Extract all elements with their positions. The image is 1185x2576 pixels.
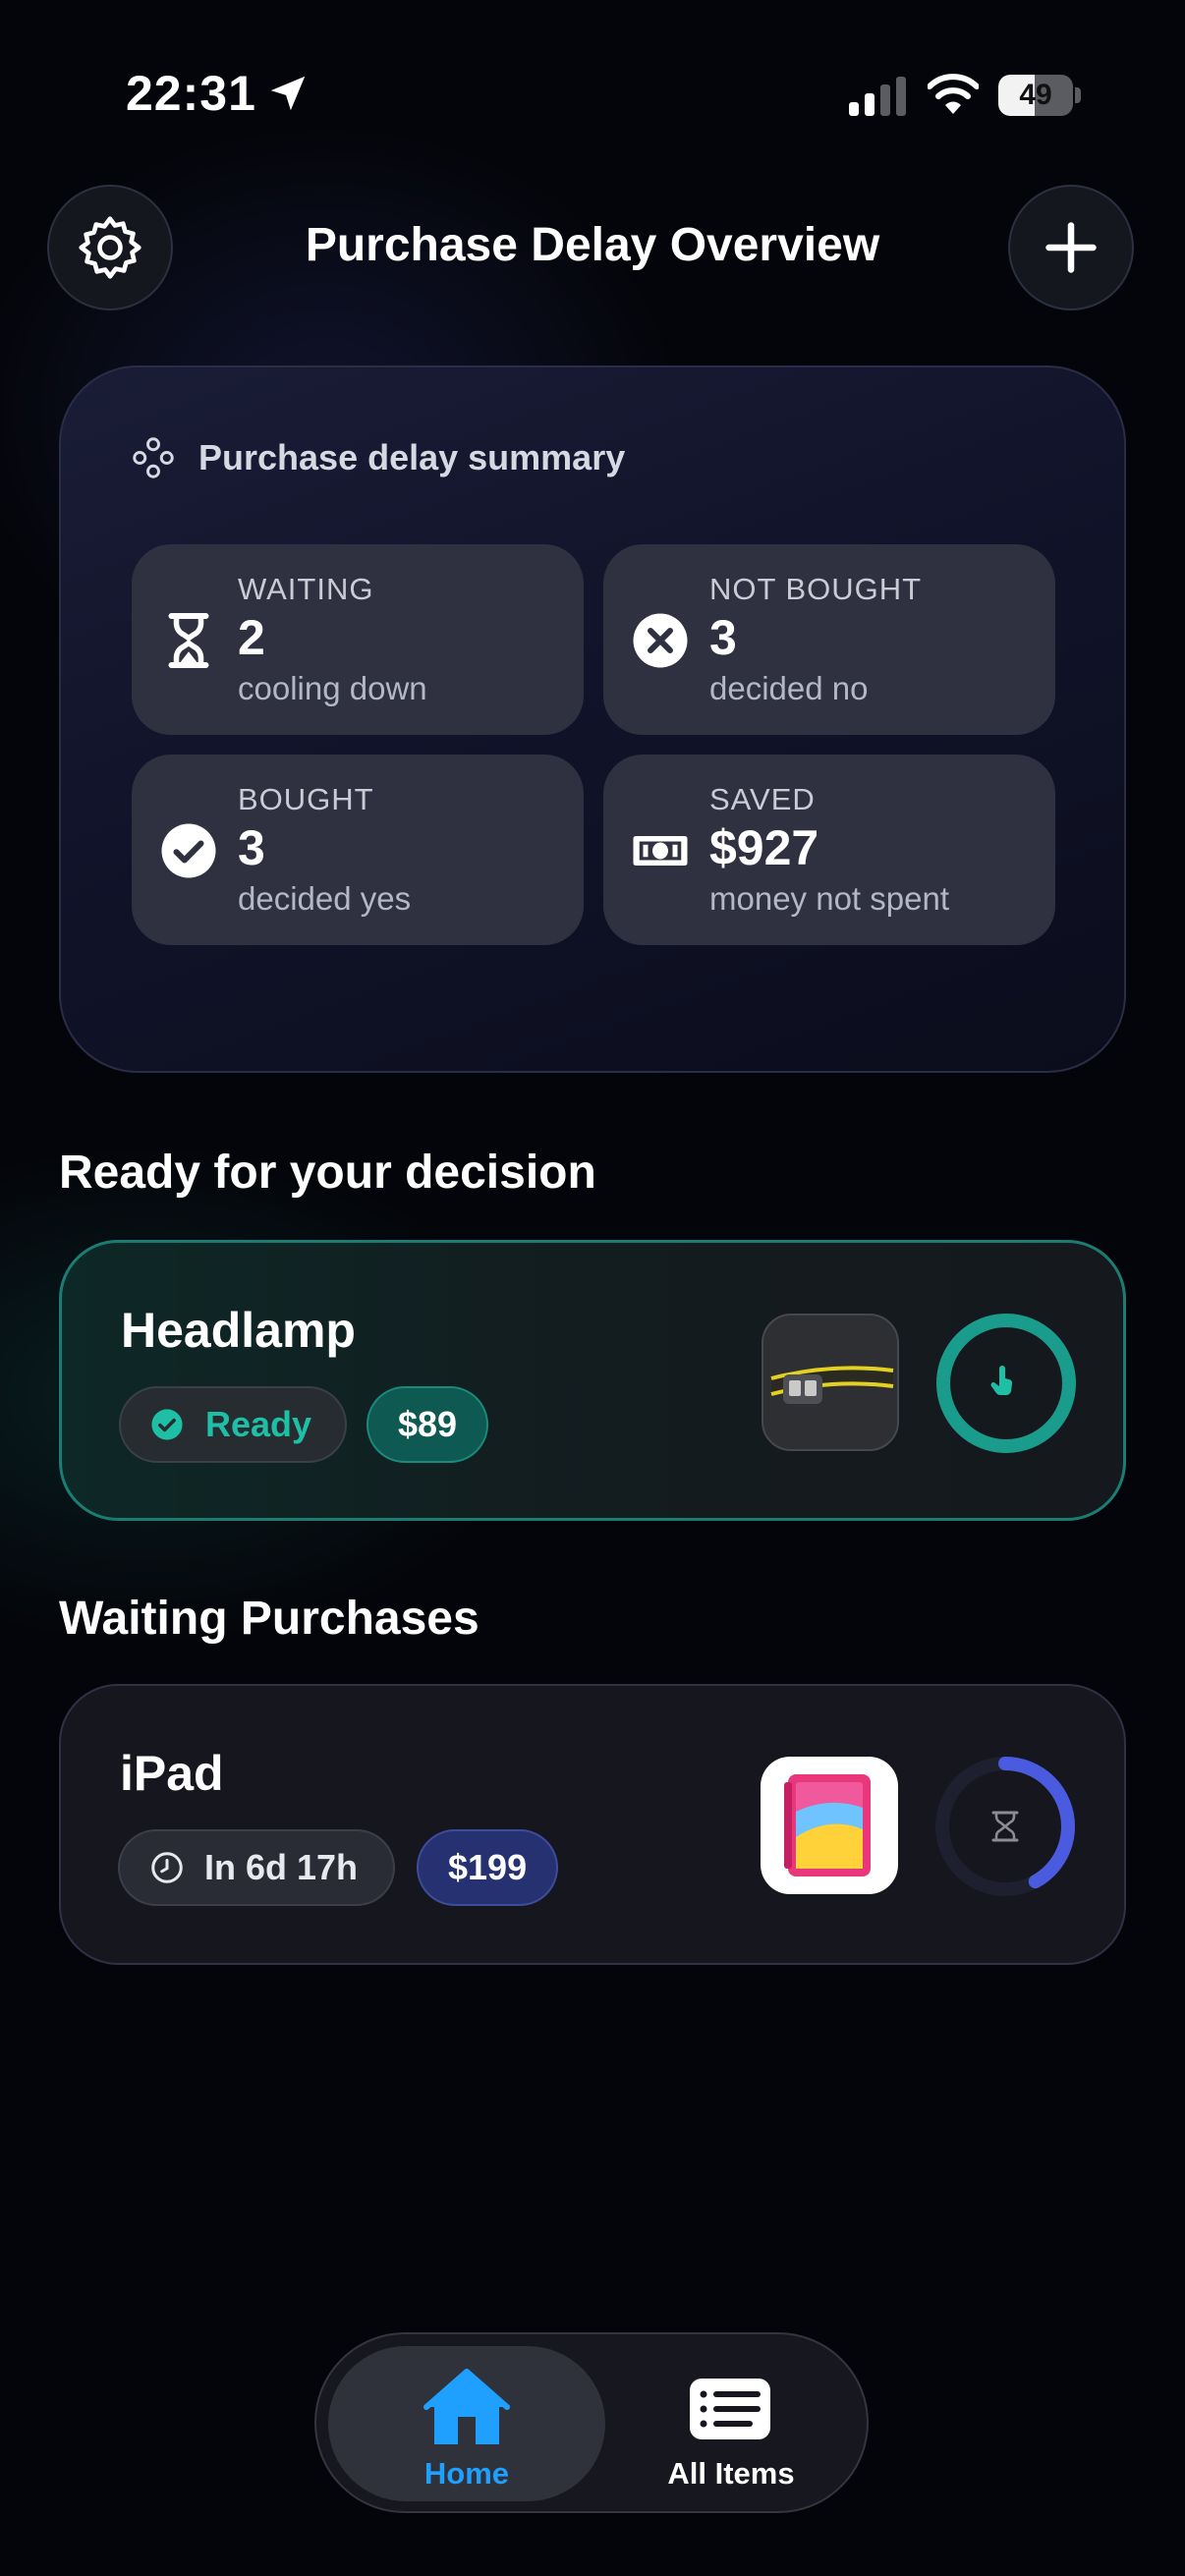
list-icon — [690, 2379, 770, 2439]
status-time: 22:31 — [126, 66, 256, 121]
waiting-section-title: Waiting Purchases — [59, 1593, 480, 1645]
tile-label: WAITING — [238, 572, 374, 606]
wifi-icon — [928, 74, 979, 114]
location-arrow-icon — [270, 76, 306, 111]
status-label: Ready — [205, 1404, 312, 1444]
tap-hand-icon — [990, 1366, 1013, 1396]
ready-item-card[interactable]: Headlamp Ready $89 — [59, 1240, 1126, 1521]
ipad-thumbnail — [761, 1757, 898, 1894]
check-badge-icon — [151, 1409, 183, 1440]
summary-tile-bought[interactable]: BOUGHT 3 decided yes — [132, 755, 584, 945]
summary-title: Purchase delay summary — [198, 437, 626, 477]
tile-label: SAVED — [709, 782, 816, 816]
x-circle-icon — [633, 613, 688, 668]
house-icon — [423, 2369, 510, 2444]
summary-tile-saved[interactable]: SAVED $927 money not spent — [603, 755, 1055, 945]
tile-subtitle: decided no — [709, 670, 869, 706]
hourglass-icon — [168, 613, 209, 668]
progress-ring-ready[interactable] — [934, 1312, 1078, 1455]
tile-subtitle: cooling down — [238, 670, 427, 706]
clock-icon — [151, 1852, 183, 1883]
apps-dots-icon — [133, 437, 174, 478]
tab-all-items-label: All Items — [667, 2456, 795, 2491]
headlamp-thumbnail — [762, 1314, 899, 1451]
item-name: iPad — [120, 1746, 224, 1801]
battery-indicator: 49 — [998, 75, 1081, 116]
battery-percent: 49 — [1019, 79, 1052, 111]
banknote-icon — [633, 836, 688, 866]
price-badge: $89 — [367, 1386, 489, 1463]
cellular-signal-icon — [849, 77, 906, 116]
time-remaining-label: In 6d 17h — [204, 1847, 359, 1887]
tile-subtitle: decided yes — [238, 880, 412, 917]
tile-label: BOUGHT — [238, 782, 374, 816]
summary-card: Purchase delay summary WAITING 2 cooling… — [59, 365, 1126, 1073]
tile-label: NOT BOUGHT — [709, 572, 923, 606]
hourglass-icon — [991, 1811, 1019, 1842]
tile-value: 3 — [709, 610, 737, 665]
tab-home-label: Home — [423, 2456, 510, 2491]
tile-subtitle: money not spent — [709, 880, 949, 917]
ready-section-title: Ready for your decision — [59, 1147, 596, 1199]
progress-ring-waiting[interactable] — [933, 1755, 1077, 1898]
tile-value: 3 — [238, 820, 265, 875]
waiting-item-card[interactable]: iPad In 6d 17h $199 — [59, 1684, 1126, 1965]
tile-value: $927 — [709, 820, 819, 875]
time-remaining-badge: In 6d 17h — [118, 1829, 395, 1906]
summary-tile-waiting[interactable]: WAITING 2 cooling down — [132, 544, 584, 735]
tab-bar: Home All Items — [314, 2332, 869, 2513]
summary-header: Purchase delay summary — [132, 436, 625, 479]
tab-home[interactable]: Home — [328, 2346, 605, 2501]
summary-tile-not-bought[interactable]: NOT BOUGHT 3 decided no — [603, 544, 1055, 735]
price-badge: $199 — [417, 1829, 559, 1906]
check-circle-icon — [161, 823, 216, 878]
item-name: Headlamp — [121, 1303, 356, 1358]
tile-value: 2 — [238, 610, 265, 665]
add-item-button[interactable] — [1008, 185, 1134, 310]
ready-status-badge: Ready — [119, 1386, 347, 1463]
plus-icon — [1045, 222, 1097, 273]
